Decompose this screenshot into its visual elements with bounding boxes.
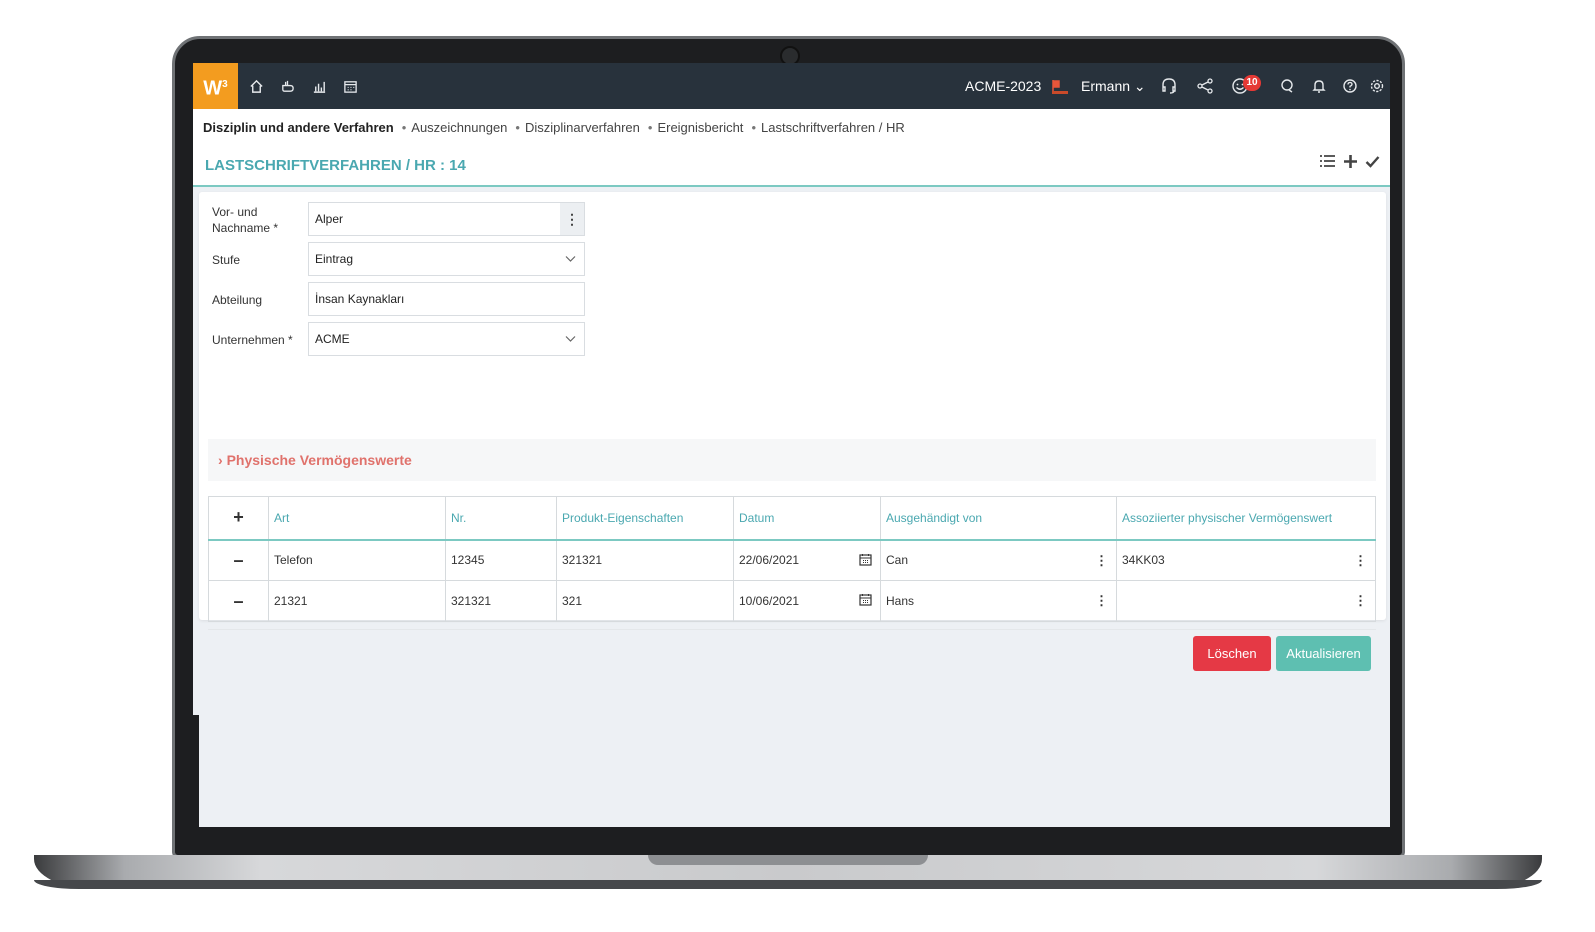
table-row: – Telefon 12345 321321 22/06/2021 Can ⋮ 3… [208,539,1376,581]
abteilung-label: Abteilung [212,293,263,307]
cell-art[interactable]: Telefon [268,539,446,581]
more-options-icon[interactable]: ⋮ [1095,593,1108,609]
section-physische-vermoegenswerte[interactable]: › Physische Vermögenswerte [208,439,1376,481]
name-field-label: Vor- und Nachname * [212,204,278,236]
delete-button[interactable]: Löschen [1193,636,1271,671]
cell-produkt[interactable]: 321 [556,580,734,622]
hand-icon[interactable] [277,76,297,96]
chevron-down-icon [565,331,576,346]
assets-table: + Art Nr. Produkt-Eigenschaften Datum Au… [208,496,1376,622]
app-screen: W3 ACME-2023 Ermann ⌄ 10 Disziplin und a… [193,63,1390,827]
form-card: Vor- und Nachname * Alper ⋮ Stufe Eintra… [199,192,1386,671]
chevron-down-icon: ⌄ [1133,78,1146,94]
cell-assoziiert[interactable]: 34KK03 ⋮ [1116,539,1376,581]
name-field[interactable]: Alper ⋮ [308,202,585,236]
logo-letter: W [203,77,223,100]
cell-datum[interactable]: 22/06/2021 [733,539,881,581]
calendar-icon[interactable] [859,593,872,609]
more-options-icon[interactable]: ⋮ [1354,553,1367,569]
cell-ausgehaendigt[interactable]: Can ⋮ [880,539,1117,581]
user-name: Ermann [1081,78,1131,94]
bell-icon[interactable] [1309,76,1329,96]
settings-icon[interactable] [1367,76,1387,96]
user-menu[interactable]: Ermann ⌄ [1081,78,1146,95]
add-icon[interactable] [1343,153,1358,174]
check-icon[interactable] [1365,153,1380,174]
page-header: LASTSCHRIFTVERFAHREN / HR : 14 [193,145,1390,187]
calendar-icon[interactable] [340,76,360,96]
breadcrumb: Disziplin und andere Verfahren Auszeichn… [193,109,1390,145]
headset-icon[interactable] [1159,76,1179,96]
cell-art[interactable]: 21321 [268,580,446,622]
name-label-line2: Nachname * [212,221,279,235]
handed-by-value: Can [886,553,909,568]
unternehmen-select[interactable]: ACME [308,322,585,356]
more-options-icon[interactable]: ⋮ [1354,593,1367,609]
notification-count-badge: 10 [1243,75,1261,91]
col-produkt-eigenschaften: Produkt-Eigenschaften [556,496,734,541]
company-selector[interactable]: ACME-2023 [965,78,1041,94]
name-label-line1: Vor- und [212,205,258,219]
unternehmen-value: ACME [315,332,350,346]
asset-value: 34KK03 [1122,553,1165,568]
cell-ausgehaendigt[interactable]: Hans ⋮ [880,580,1117,622]
chat-icon[interactable] [1277,76,1297,96]
date-value: 22/06/2021 [739,553,800,568]
col-ausgehaendigt-von: Ausgehändigt von [880,496,1117,541]
col-nr: Nr. [445,496,557,541]
update-button[interactable]: Aktualisieren [1276,636,1371,671]
abteilung-field[interactable]: İnsan Kaynakları [308,282,585,316]
laptop-notch [648,855,928,865]
cell-assoziiert[interactable]: ⋮ [1116,580,1376,622]
calendar-icon[interactable] [859,553,872,569]
breadcrumb-item-lastschriftverfahren[interactable]: Lastschriftverfahren / HR [751,120,905,135]
stufe-label: Stufe [212,253,241,267]
flag-icon [1050,76,1070,96]
chart-icon[interactable] [309,76,329,96]
chevron-down-icon [565,251,576,266]
handed-by-value: Hans [886,594,915,608]
chevron-right-icon: › [218,452,227,468]
name-value: Alper [315,212,344,226]
more-options-icon[interactable]: ⋮ [560,203,584,235]
remove-row-button[interactable]: – [208,539,269,581]
date-value: 10/06/2021 [739,594,800,608]
cell-produkt[interactable]: 321321 [556,539,734,581]
col-assoziierter-vermoegenswert: Assoziierter physischer Vermögenswert [1116,496,1376,541]
breadcrumb-item-ereignisbericht[interactable]: Ereignisbericht [648,120,743,135]
col-art: Art [268,496,446,541]
home-icon[interactable] [246,76,266,96]
screen-edge [193,715,199,827]
logo-superscript: 3 [222,79,228,90]
top-navigation-bar: W3 ACME-2023 Ermann ⌄ 10 [193,63,1390,109]
help-icon[interactable] [1340,76,1360,96]
cell-nr[interactable]: 12345 [445,539,557,581]
col-datum: Datum [733,496,881,541]
stufe-select[interactable]: Eintrag [308,242,585,276]
section-title: Physische Vermögenswerte [226,452,412,468]
app-logo[interactable]: W3 [193,63,238,109]
stufe-value: Eintrag [315,252,354,266]
share-icon[interactable] [1195,76,1215,96]
table-row: – 21321 321321 321 10/06/2021 Hans ⋮ ⋮ [208,580,1376,622]
add-row-button[interactable]: + [208,496,269,541]
cell-nr[interactable]: 321321 [445,580,557,622]
breadcrumb-item-disziplin[interactable]: Disziplin und andere Verfahren [203,120,394,135]
divider [208,629,1376,630]
more-options-icon[interactable]: ⋮ [1095,553,1108,569]
breadcrumb-item-auszeichnungen[interactable]: Auszeichnungen [402,120,507,135]
table-header-row: + Art Nr. Produkt-Eigenschaften Datum Au… [208,496,1376,541]
cell-datum[interactable]: 10/06/2021 [733,580,881,622]
unternehmen-label: Unternehmen * [212,333,293,347]
page-title: LASTSCHRIFTVERFAHREN / HR : 14 [205,157,466,174]
remove-row-button[interactable]: – [208,580,269,622]
abteilung-value: İnsan Kaynakları [315,292,405,306]
breadcrumb-item-disziplinarverfahren[interactable]: Disziplinarverfahren [515,120,640,135]
list-view-icon[interactable] [1319,153,1336,174]
